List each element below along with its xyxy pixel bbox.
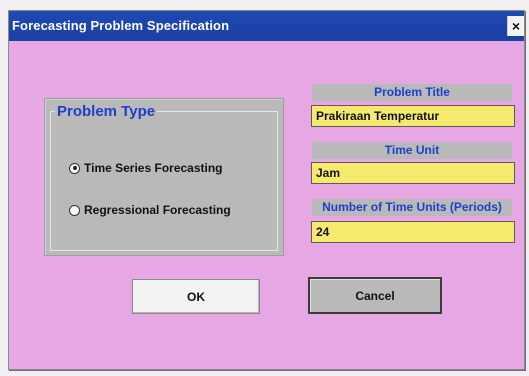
radio-button-icon[interactable]	[69, 204, 80, 216]
close-button[interactable]: ×	[507, 16, 524, 36]
radio-button-checked-icon[interactable]	[69, 162, 80, 174]
num-periods-label: Number of Time Units (Periods)	[312, 199, 512, 216]
close-icon: ×	[511, 18, 521, 34]
radio-time-series[interactable]: Time Series Forecasting	[69, 161, 223, 175]
radio-label-time-series: Time Series Forecasting	[84, 161, 223, 175]
window-title: Forecasting Problem Specification	[12, 18, 230, 33]
problem-type-group: Problem Type Time Series Forecasting Reg…	[44, 98, 284, 256]
dialog-window: Forecasting Problem Specification × Prob…	[8, 10, 525, 370]
problem-type-legend: Problem Type	[55, 103, 158, 120]
ok-button[interactable]: OK	[132, 279, 260, 314]
time-unit-input[interactable]	[311, 162, 515, 184]
radio-label-regressional: Regressional Forecasting	[84, 203, 231, 217]
problem-title-input[interactable]	[311, 105, 515, 127]
time-unit-label: Time Unit	[312, 142, 512, 159]
cancel-button[interactable]: Cancel	[308, 277, 442, 314]
group-frame	[50, 111, 278, 251]
problem-title-label: Problem Title	[312, 84, 512, 101]
title-bar[interactable]: Forecasting Problem Specification ×	[9, 11, 524, 41]
num-periods-input[interactable]	[311, 221, 515, 243]
radio-regressional[interactable]: Regressional Forecasting	[69, 203, 231, 217]
